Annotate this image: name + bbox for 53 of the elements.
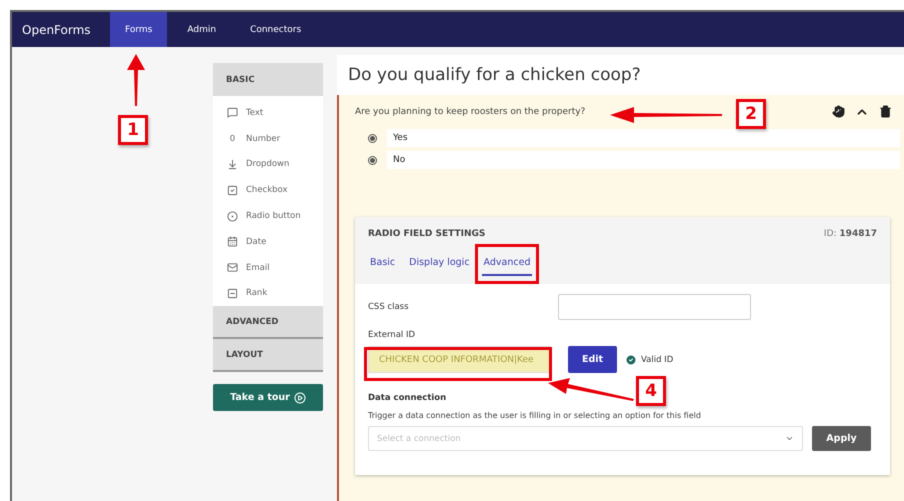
app-logo-text: OpenForms (22, 22, 91, 36)
valid-id-label: Valid ID (641, 354, 674, 364)
question-label: Are you planning to keep roosters on the property? (355, 107, 586, 117)
number-glyph: 0 (228, 134, 236, 144)
palette-section-header[interactable]: BASIC (213, 63, 323, 96)
nav-tab[interactable]: Admin (173, 12, 230, 47)
annotation-number: 1 (118, 115, 148, 145)
settings-tab[interactable]: Advanced (482, 257, 532, 276)
palette-item[interactable]: Text (246, 108, 264, 118)
palette-item[interactable]: Checkbox (246, 185, 288, 196)
annotation-number: 4 (636, 376, 666, 406)
css-class-field[interactable] (558, 294, 751, 320)
envelope-icon (227, 262, 238, 274)
check-icon (625, 354, 637, 366)
nav-tab[interactable]: Forms (110, 12, 168, 47)
palette-item[interactable]: Email (246, 262, 270, 273)
palette-item[interactable]: Radio button (246, 211, 301, 222)
option-label: Yes (387, 129, 900, 147)
settings-tab[interactable]: Basic (368, 257, 398, 276)
radio-button[interactable] (368, 134, 377, 142)
settings-tab[interactable]: Display logic (407, 257, 472, 276)
form-title: Do you qualify for a chicken coop? (347, 64, 642, 87)
field-id: ID: 194817 (824, 229, 877, 239)
highlight-frame (475, 244, 539, 284)
palette-section-header[interactable]: LAYOUT (213, 339, 323, 372)
edit-button[interactable]: Edit (568, 346, 617, 373)
annotation-number: 2 (736, 99, 766, 129)
option-label: No (387, 151, 900, 169)
radio-button[interactable] (368, 156, 377, 164)
css-class-label: CSS class (368, 302, 408, 312)
play-icon (294, 392, 306, 404)
palette-item[interactable]: Date (246, 236, 266, 247)
download-icon (227, 158, 238, 170)
hand-icon[interactable] (832, 105, 845, 118)
data-connection-help: Trigger a data connection as the user is filling in or selecting an option for this field (368, 411, 701, 420)
palette-item[interactable]: Dropdown (246, 159, 290, 170)
trash-icon[interactable] (879, 105, 892, 118)
palette-item[interactable]: Rank (246, 288, 268, 298)
caret-icon (785, 434, 794, 443)
data-connection-label: Data connection (368, 393, 446, 403)
external-id-label: External ID (368, 330, 416, 340)
radio-icon (227, 210, 238, 222)
annotation-arrow (127, 54, 145, 106)
nav-tab[interactable]: Connectors (236, 12, 316, 47)
calendar-icon (227, 236, 238, 248)
speech-bubble-icon (227, 107, 238, 118)
take-a-tour-button[interactable]: Take a tour (213, 384, 323, 412)
settings-title: RADIO FIELD SETTINGS (368, 229, 486, 239)
palette-item[interactable]: Number (246, 134, 280, 144)
apply-button[interactable]: Apply (812, 426, 871, 451)
checkbox-icon (227, 184, 238, 196)
palette-section-header[interactable]: ADVANCED (213, 306, 323, 340)
minus-square-icon (227, 288, 238, 299)
